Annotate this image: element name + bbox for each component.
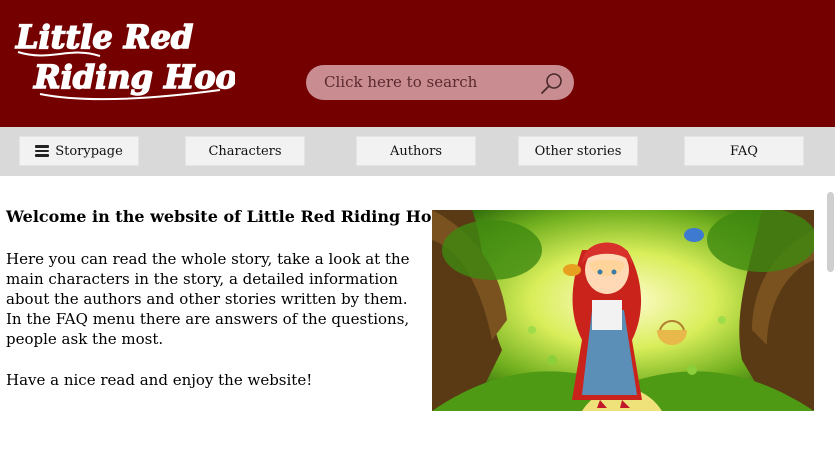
svg-text:Riding Hood: Riding Hood (33, 58, 235, 96)
search-bar[interactable]: Click here to search (306, 65, 574, 100)
nav-faq-label: FAQ (730, 143, 758, 159)
page-scrollbar[interactable] (827, 192, 834, 272)
intro-line-5: people ask the most. (6, 330, 164, 348)
search-icon[interactable] (540, 71, 564, 95)
site-logo[interactable]: Little Red Riding Hood (10, 10, 235, 110)
closing-text: Have a nice read and enjoy the website! (6, 371, 313, 389)
intro-line-3: about the authors and other stories writ… (6, 290, 408, 308)
nav-authors-label: Authors (389, 143, 443, 159)
nav-authors[interactable]: Authors (356, 136, 476, 166)
intro-line-2: main characters in the story, a detailed… (6, 270, 398, 288)
nav-storypage-label: Storypage (55, 143, 123, 159)
nav-characters-label: Characters (208, 143, 282, 159)
red-riding-hood-illustration (432, 210, 814, 411)
nav-other-stories[interactable]: Other stories (518, 136, 638, 166)
nav-characters[interactable]: Characters (185, 136, 305, 166)
intro-line-4: In the FAQ menu there are answers of the… (6, 310, 410, 328)
nav-faq[interactable]: FAQ (684, 136, 804, 166)
svg-text:Little Red: Little Red (15, 18, 193, 56)
nav-other-stories-label: Other stories (534, 143, 622, 159)
menu-icon (35, 145, 50, 157)
site-header: Little Red Riding Hood Click here to sea… (0, 0, 835, 127)
search-input[interactable]: Click here to search (324, 73, 477, 91)
welcome-heading: Welcome in the website of Little Red Rid… (6, 207, 461, 226)
main-nav: Storypage Characters Authors Other stori… (0, 127, 835, 176)
intro-line-1: Here you can read the whole story, take … (6, 250, 410, 268)
nav-storypage[interactable]: Storypage (19, 136, 139, 166)
